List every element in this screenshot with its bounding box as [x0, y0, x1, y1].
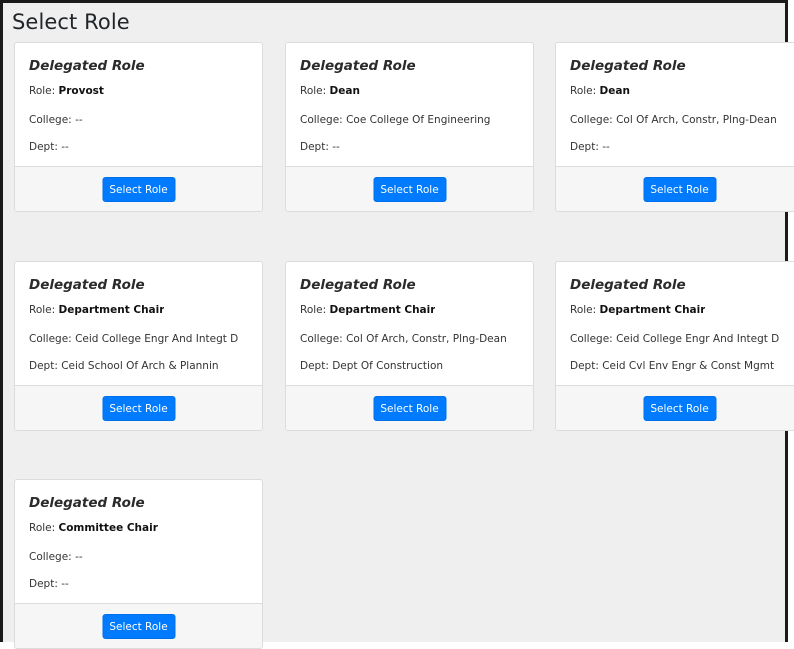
role-card: Delegated Role Role: Provost College: --… [14, 42, 263, 212]
role-label: Role: [300, 304, 330, 316]
role-value: Department Chair [329, 304, 436, 316]
dept-value: Ceid School Of Arch & Plannin [61, 360, 219, 372]
college-line: College: -- [29, 114, 83, 126]
card-heading: Delegated Role [300, 277, 416, 293]
dept-label: Dept: [29, 360, 62, 372]
role-value: Provost [58, 85, 104, 97]
college-value: Coe College Of Engineering [346, 114, 491, 126]
role-line: Role: Department Chair [570, 304, 705, 316]
college-value: Col Of Arch, Constr, Plng-Dean [616, 114, 777, 126]
role-label: Role: [570, 85, 600, 97]
role-line: Role: Committee Chair [29, 522, 158, 534]
role-line: Role: Provost [29, 85, 104, 97]
select-role-button[interactable]: Select Role [102, 614, 175, 639]
role-line: Role: Department Chair [300, 304, 435, 316]
college-value: Ceid College Engr And Integt D [75, 333, 239, 345]
dept-label: Dept: [29, 578, 62, 590]
dept-value: -- [61, 141, 69, 153]
role-card: Delegated Role Role: Department Chair Co… [14, 261, 263, 431]
page-frame: Select Role Delegated Role Role: Provost… [0, 0, 794, 649]
college-label: College: [29, 114, 76, 126]
role-card: Delegated Role Role: Dean College: Col O… [555, 42, 794, 212]
card-footer: Select Role [286, 166, 533, 211]
dept-line: Dept: -- [300, 141, 340, 153]
card-footer: Select Role [286, 385, 533, 430]
college-line: College: Col Of Arch, Constr, Plng-Dean [570, 114, 777, 126]
college-value: Ceid College Engr And Integt D [616, 333, 780, 345]
role-card: Delegated Role Role: Committee Chair Col… [14, 479, 263, 649]
role-value: Dean [329, 85, 360, 97]
card-footer: Select Role [15, 166, 262, 211]
dept-value: Dept Of Construction [332, 360, 444, 372]
select-role-button[interactable]: Select Role [102, 396, 175, 421]
college-line: College: Ceid College Engr And Integt D [29, 333, 238, 345]
dept-line: Dept: Dept Of Construction [300, 360, 443, 372]
dept-line: Dept: Ceid School Of Arch & Plannin [29, 360, 219, 372]
dept-value: -- [332, 141, 340, 153]
role-line: Role: Department Chair [29, 304, 164, 316]
dept-label: Dept: [29, 141, 62, 153]
college-label: College: [570, 114, 617, 126]
dept-value: Ceid Cvl Env Engr & Const Mgmt [602, 360, 775, 372]
role-line: Role: Dean [300, 85, 360, 97]
card-footer: Select Role [556, 166, 794, 211]
college-line: College: Coe College Of Engineering [300, 114, 490, 126]
select-role-button[interactable]: Select Role [102, 177, 175, 202]
role-label: Role: [300, 85, 330, 97]
role-label: Role: [29, 304, 59, 316]
college-label: College: [300, 114, 347, 126]
college-value: -- [75, 551, 83, 563]
college-label: College: [300, 333, 347, 345]
role-label: Role: [29, 85, 59, 97]
card-heading: Delegated Role [300, 58, 416, 74]
select-role-button[interactable]: Select Role [373, 177, 446, 202]
role-card: Delegated Role Role: Dean College: Coe C… [285, 42, 534, 212]
college-line: College: -- [29, 551, 83, 563]
card-heading: Delegated Role [570, 277, 686, 293]
select-role-button[interactable]: Select Role [373, 396, 446, 421]
card-footer: Select Role [556, 385, 794, 430]
role-value: Department Chair [58, 304, 165, 316]
page-title: Select Role [12, 10, 130, 34]
dept-label: Dept: [570, 360, 603, 372]
role-card: Delegated Role Role: Department Chair Co… [555, 261, 794, 431]
college-label: College: [570, 333, 617, 345]
dept-line: Dept: -- [570, 141, 610, 153]
dept-value: -- [602, 141, 610, 153]
card-heading: Delegated Role [29, 495, 145, 511]
college-value: Col Of Arch, Constr, Plng-Dean [346, 333, 507, 345]
role-label: Role: [29, 522, 59, 534]
role-label: Role: [570, 304, 600, 316]
card-heading: Delegated Role [570, 58, 686, 74]
dept-label: Dept: [570, 141, 603, 153]
college-line: College: Ceid College Engr And Integt D [570, 333, 779, 345]
card-heading: Delegated Role [29, 277, 145, 293]
college-label: College: [29, 551, 76, 563]
college-label: College: [29, 333, 76, 345]
role-value: Department Chair [599, 304, 706, 316]
dept-label: Dept: [300, 141, 333, 153]
dept-line: Dept: -- [29, 141, 69, 153]
select-role-button[interactable]: Select Role [643, 177, 716, 202]
card-footer: Select Role [15, 603, 262, 648]
dept-label: Dept: [300, 360, 333, 372]
card-footer: Select Role [15, 385, 262, 430]
role-value: Committee Chair [58, 522, 158, 534]
dept-value: -- [61, 578, 69, 590]
college-line: College: Col Of Arch, Constr, Plng-Dean [300, 333, 507, 345]
role-line: Role: Dean [570, 85, 630, 97]
card-heading: Delegated Role [29, 58, 145, 74]
role-value: Dean [599, 85, 630, 97]
dept-line: Dept: -- [29, 578, 69, 590]
select-role-button[interactable]: Select Role [643, 396, 716, 421]
dept-line: Dept: Ceid Cvl Env Engr & Const Mgmt [570, 360, 774, 372]
role-card: Delegated Role Role: Department Chair Co… [285, 261, 534, 431]
college-value: -- [75, 114, 83, 126]
